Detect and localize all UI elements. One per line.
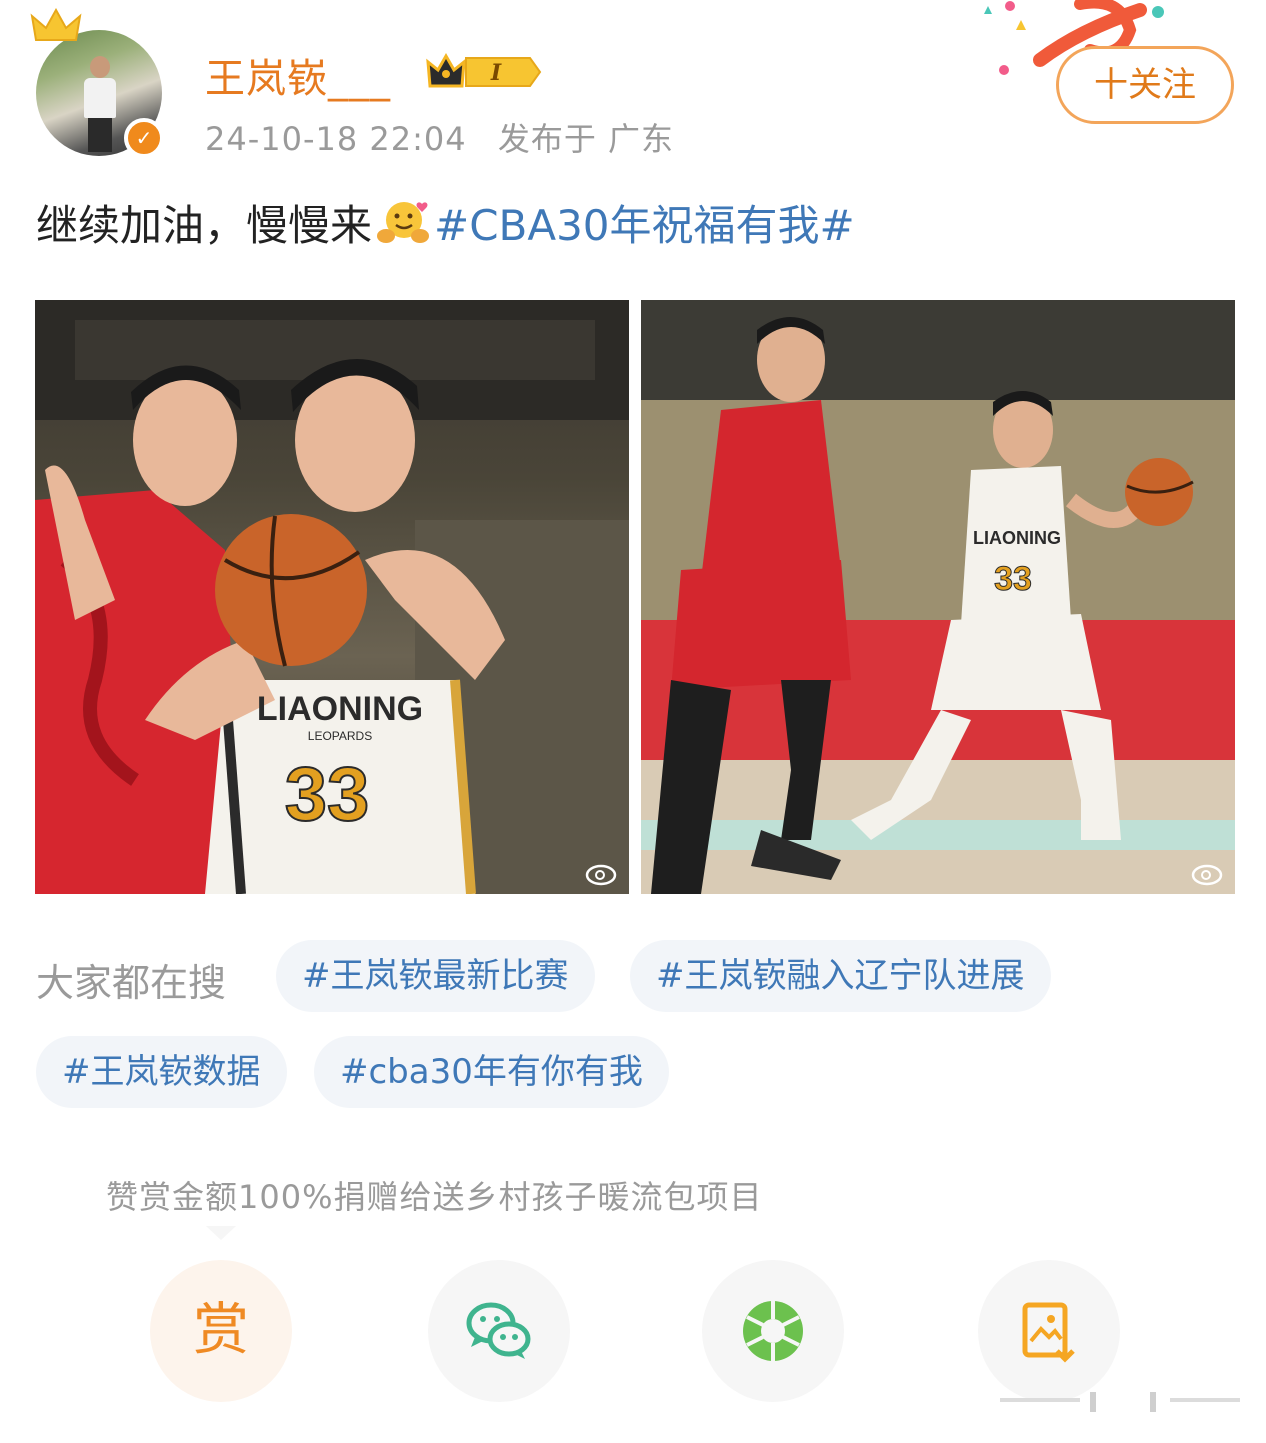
post-hashtag[interactable]: #CBA30年祝福有我# bbox=[434, 201, 855, 250]
crown-icon bbox=[30, 8, 82, 41]
save-image-button[interactable] bbox=[978, 1260, 1120, 1402]
bottom-watermark-bars bbox=[1000, 1392, 1240, 1412]
weibo-watermark-icon bbox=[585, 864, 617, 886]
follow-button[interactable]: 十关注 bbox=[1056, 46, 1234, 124]
weibo-watermark-icon bbox=[1191, 864, 1223, 886]
jersey-number-text-2: 33 bbox=[994, 560, 1032, 598]
post-timestamp: 24-10-18 22:04 bbox=[205, 120, 467, 158]
post-meta: 24-10-18 22:04 发布于 广东 bbox=[205, 114, 694, 160]
trending-tag[interactable]: #cba30年有你有我 bbox=[314, 1036, 669, 1108]
post-location: 发布于 广东 bbox=[497, 120, 674, 158]
share-wechat-button[interactable] bbox=[428, 1260, 570, 1402]
share-moments-button[interactable] bbox=[702, 1260, 844, 1402]
trending-label: 大家都在搜 bbox=[36, 961, 227, 1005]
post-content: 继续加油，慢慢来 #CBA30年祝福有我# bbox=[36, 192, 855, 253]
photo-player-dribbling[interactable]: LIAONING 33 bbox=[641, 300, 1235, 894]
moments-icon bbox=[743, 1301, 803, 1361]
vip-level: I bbox=[490, 60, 502, 86]
tooltip-caret-icon bbox=[206, 1226, 236, 1240]
reward-label: 赏 bbox=[193, 1298, 249, 1363]
verified-badge-icon: ✓ bbox=[124, 118, 164, 158]
trending-tag[interactable]: #王岚嵚融入辽宁队进展 bbox=[630, 940, 1051, 1012]
wechat-icon bbox=[466, 1302, 531, 1359]
avatar[interactable]: ✓ bbox=[30, 8, 164, 158]
save-image-icon bbox=[1022, 1302, 1075, 1363]
jersey-number-text: 33 bbox=[285, 752, 370, 837]
donation-note: 赞赏金额100%捐赠给送乡村孩子暖流包项目 bbox=[106, 1178, 763, 1216]
post-header: ✓ 王岚嵚___ I 24-10-18 22:04 发布于 广东 十关注 bbox=[0, 0, 1266, 170]
photo-1-illustration: LIAONING LEOPARDS 33 bbox=[35, 300, 629, 894]
username[interactable]: 王岚嵚___ bbox=[205, 46, 391, 104]
post-text: 继续加油，慢慢来 bbox=[36, 201, 373, 250]
trending-tag[interactable]: #王岚嵚最新比赛 bbox=[276, 940, 595, 1012]
jersey-team-text: LIAONING bbox=[257, 690, 423, 728]
jersey-team-text-2: LIAONING bbox=[973, 528, 1061, 548]
jersey-sub-text: LEOPARDS bbox=[308, 729, 372, 743]
reward-button[interactable]: 赏 bbox=[150, 1260, 292, 1402]
hug-emoji-icon bbox=[377, 202, 430, 243]
trending-tag[interactable]: #王岚嵚数据 bbox=[36, 1036, 287, 1108]
photo-player-holding-ball[interactable]: LIAONING LEOPARDS 33 bbox=[35, 300, 629, 894]
vip-crown-badge-icon[interactable]: I bbox=[426, 52, 542, 92]
photo-2-illustration: LIAONING 33 bbox=[641, 300, 1235, 894]
